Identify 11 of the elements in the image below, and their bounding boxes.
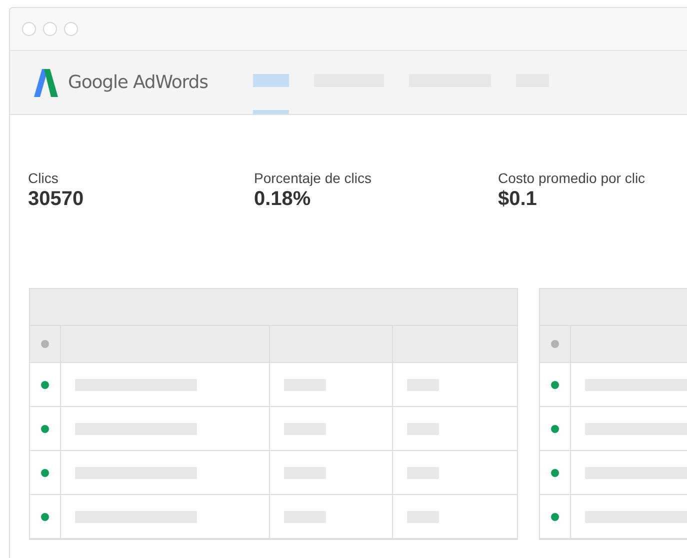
metric-value: $0.1 bbox=[498, 188, 538, 211]
app-title: Google AdWords bbox=[68, 72, 208, 93]
metric-value: 0.18% bbox=[254, 188, 312, 211]
window-control-icon[interactable] bbox=[64, 22, 78, 36]
window-control-icon[interactable] bbox=[22, 22, 36, 36]
metric-label: Clics bbox=[28, 170, 60, 186]
window-control-icon[interactable] bbox=[43, 22, 57, 36]
metric-value: 30570 bbox=[28, 188, 85, 211]
logo-icon bbox=[34, 68, 58, 96]
metric-label: Costo promedio por clic bbox=[498, 170, 646, 186]
metric-label: Porcentaje de clics bbox=[254, 170, 373, 186]
